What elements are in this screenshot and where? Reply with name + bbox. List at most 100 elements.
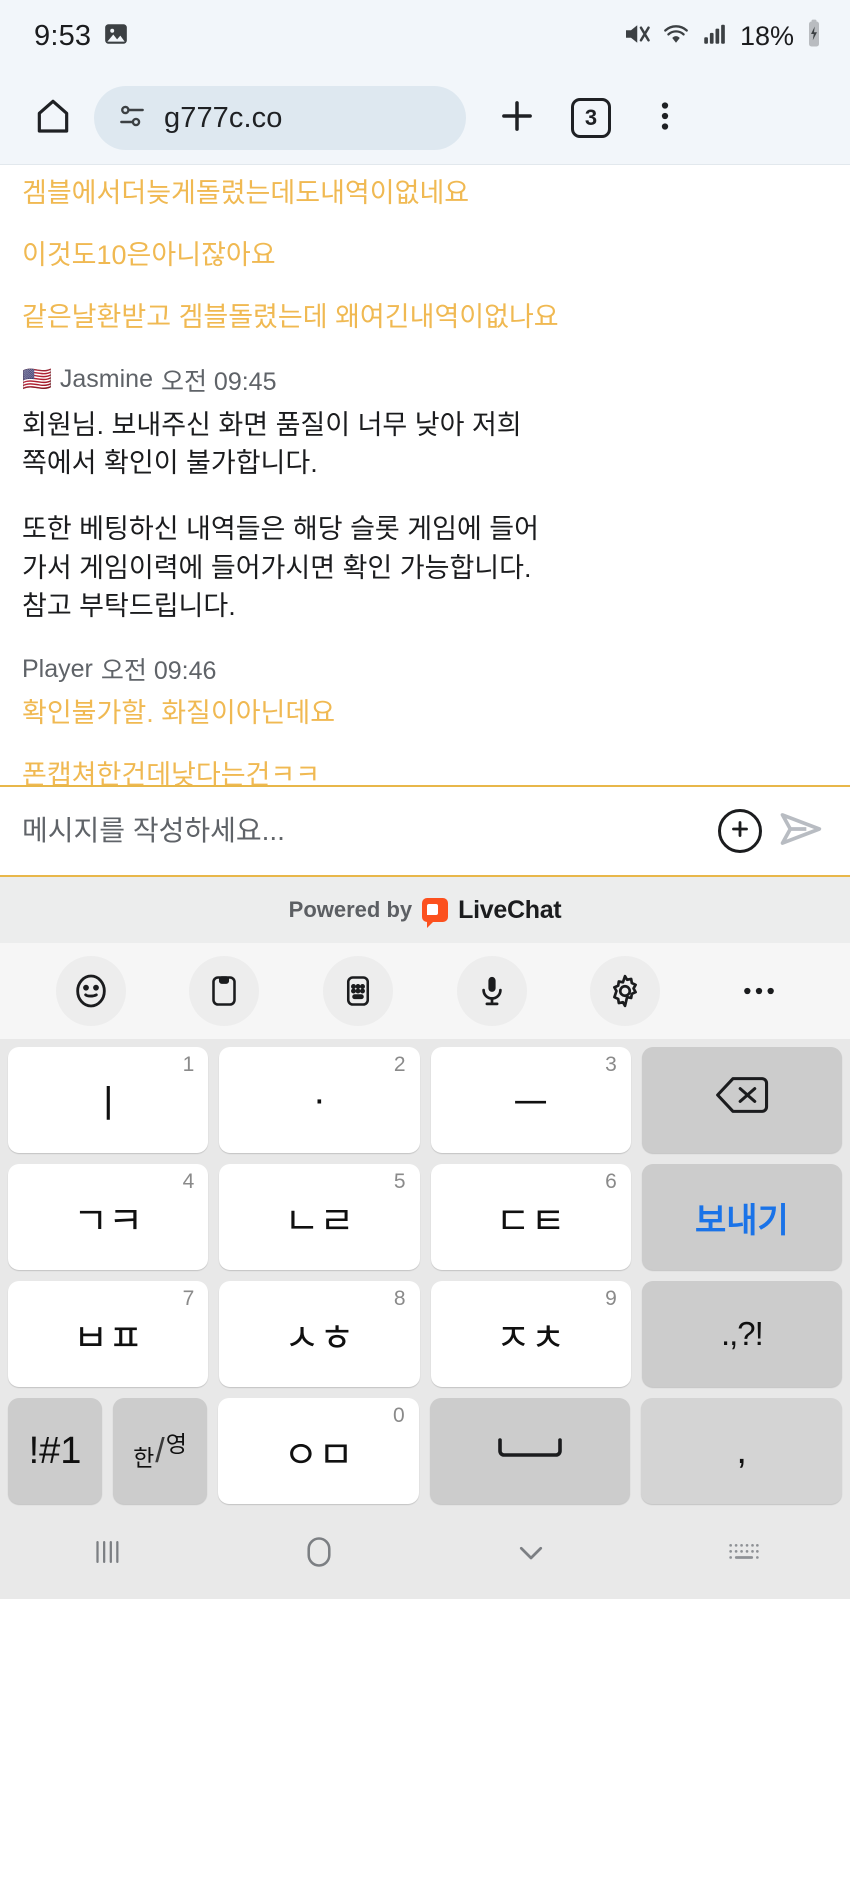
chat-message-user: 같은날환받고 겜블돌렸는데 왜여긴내역이없나요	[22, 302, 559, 333]
livechat-brand-label: LiveChat	[458, 895, 562, 924]
system-navigation-bar	[0, 1510, 850, 1599]
key-eu[interactable]: 3 ㅡ	[430, 1047, 631, 1153]
player-time: 오전 09:46	[100, 657, 217, 686]
message-input[interactable]	[22, 815, 704, 847]
wifi-icon	[661, 20, 691, 53]
clipboard-icon[interactable]	[189, 956, 260, 1026]
key-number: 7	[182, 1287, 195, 1310]
tab-switcher-button[interactable]: 3	[554, 98, 628, 138]
key-dot[interactable]: 2 ·	[219, 1047, 420, 1153]
key-space[interactable]	[429, 1398, 631, 1504]
key-number: 3	[605, 1053, 617, 1076]
player-name: Player	[22, 654, 93, 683]
key-backspace[interactable]	[641, 1047, 842, 1153]
chat-message-user: 이것도10은아니잖아요	[22, 240, 276, 271]
key-nieun-rieul[interactable]: 5 ㄴㄹ	[219, 1164, 420, 1270]
hide-keyboard-button[interactable]	[425, 1534, 638, 1575]
key-number: 5	[393, 1170, 406, 1193]
emoji-icon[interactable]	[55, 956, 126, 1026]
virtual-keyboard[interactable]: 1 ㅣ 2 · 3 ㅡ 4 ㄱㅋ 5 ㄴㄹ 6 ㄷㅌ 보내기 7 ㅂㅍ 8 ㅅㅎ…	[0, 943, 850, 1510]
key-number: 4	[182, 1170, 195, 1193]
key-jieut-chieut[interactable]: 9 ㅈㅊ	[430, 1281, 631, 1387]
keyboard-row: 1 ㅣ 2 · 3 ㅡ	[8, 1047, 842, 1153]
powered-by-label: Powered by	[288, 897, 413, 922]
send-icon	[776, 812, 828, 859]
key-siot-hieut[interactable]: 8 ㅅㅎ	[219, 1281, 420, 1387]
key-number: 1	[182, 1053, 195, 1076]
plus-circle-icon	[727, 816, 753, 847]
plus-icon	[496, 95, 538, 142]
browser-toolbar: g777c.co 3	[0, 72, 850, 165]
key-label: ㅅㅎ	[284, 1317, 355, 1360]
key-punctuation[interactable]: .,?!	[641, 1281, 842, 1387]
agent-time: 오전 09:45	[160, 367, 277, 396]
key-label: ㅣ	[90, 1083, 126, 1126]
cellular-signal-icon	[701, 21, 727, 52]
key-label: ㄷㅌ	[495, 1200, 566, 1243]
microphone-icon[interactable]	[456, 956, 527, 1026]
chat-message-agent: 또한 베팅하신 내역들은 해당 슬롯 게임에 들어가서 게임이력에 들어가시면 …	[22, 514, 539, 621]
battery-charging-icon	[804, 19, 824, 54]
attach-button[interactable]	[718, 809, 762, 853]
livechat-footer: Powered by LiveChat	[0, 877, 850, 943]
key-send[interactable]: 보내기	[641, 1164, 842, 1270]
key-language-toggle[interactable]: 한 / 영	[113, 1398, 207, 1504]
battery-percent: 18%	[739, 20, 794, 51]
key-label: .,?!	[720, 1315, 764, 1352]
agent-name: Jasmine	[59, 365, 153, 394]
key-ieung-mieum[interactable]: 0 ㅇㅁ	[218, 1398, 419, 1504]
gear-icon[interactable]	[590, 956, 661, 1026]
more-horizontal-icon[interactable]	[724, 956, 794, 1026]
key-number: 0	[392, 1404, 405, 1427]
send-button[interactable]	[776, 803, 828, 860]
agent-message-meta: 🇺🇸 Jasmine 오전 09:45	[22, 362, 828, 398]
more-vertical-icon	[647, 98, 683, 139]
keyboard-keys[interactable]: 1 ㅣ 2 · 3 ㅡ 4 ㄱㅋ 5 ㄴㄹ 6 ㄷㅌ 보내기 7 ㅂㅍ 8 ㅅㅎ…	[0, 1039, 850, 1510]
home-circle-icon	[300, 1533, 338, 1576]
chat-message-user: 겜블에서더늦게돌렸는데도내역이없네요	[22, 178, 470, 208]
image-icon	[103, 21, 129, 52]
key-label: ·	[313, 1078, 326, 1121]
mute-icon	[621, 19, 651, 54]
url-text: g777c.co	[164, 101, 283, 134]
key-digeut-tieut[interactable]: 6 ㄷㅌ	[430, 1164, 631, 1270]
key-label: !#1	[28, 1429, 82, 1472]
status-bar-right: 18%	[621, 19, 824, 54]
key-number: 6	[605, 1170, 617, 1193]
tab-count-badge: 3	[571, 98, 611, 138]
key-label: ㅂㅍ	[73, 1317, 144, 1360]
livechat-logo-icon	[422, 898, 449, 928]
key-label: ㅡ	[513, 1083, 549, 1126]
browser-menu-button[interactable]	[628, 98, 702, 139]
new-tab-button[interactable]	[480, 95, 554, 142]
chat-message-agent: 회원님. 보내주신 화면 품질이 너무 낮아 저희 쪽에서 확인이 불가합니다.	[22, 409, 522, 478]
switch-keyboard-button[interactable]	[638, 1539, 850, 1570]
key-number: 9	[605, 1287, 617, 1310]
key-comma[interactable]: ,	[641, 1398, 843, 1504]
one-handed-keyboard-icon[interactable]	[323, 956, 394, 1026]
keyboard-hide-icon	[513, 1534, 549, 1575]
home-button[interactable]	[213, 1533, 426, 1576]
key-label: ㅇㅁ	[283, 1434, 354, 1477]
key-symbols[interactable]: !#1	[8, 1398, 102, 1504]
flag-icon: 🇺🇸	[22, 366, 52, 394]
key-number: 8	[393, 1287, 406, 1310]
chat-message-player: 확인불가할. 화질이아닌데요	[22, 698, 336, 729]
keyboard-row: !#1 한 / 영 0 ㅇㅁ ,	[8, 1398, 843, 1504]
status-bar: 9:53 18%	[0, 0, 850, 72]
key-number: 2	[393, 1053, 406, 1076]
key-bieup-pieup[interactable]: 7 ㅂㅍ	[8, 1281, 209, 1387]
key-label: ㄴㄹ	[284, 1200, 355, 1243]
key-i[interactable]: 1 ㅣ	[8, 1047, 209, 1153]
message-composer[interactable]	[0, 785, 850, 877]
chat-transcript[interactable]: 겜블에서더늦게돌렸는데도내역이없네요 이것도10은아니잖아요 같은날환받고 겜블…	[0, 165, 850, 785]
key-giyeok-kieuk[interactable]: 4 ㄱㅋ	[8, 1164, 209, 1270]
site-settings-icon[interactable]	[116, 100, 148, 137]
key-label: ㅈㅊ	[495, 1317, 566, 1360]
key-label: ㄱㅋ	[73, 1200, 144, 1243]
recents-icon	[89, 1535, 123, 1574]
home-button[interactable]	[22, 96, 84, 141]
recents-button[interactable]	[0, 1535, 213, 1574]
key-label: 보내기	[694, 1201, 789, 1240]
url-bar[interactable]: g777c.co	[94, 86, 466, 150]
